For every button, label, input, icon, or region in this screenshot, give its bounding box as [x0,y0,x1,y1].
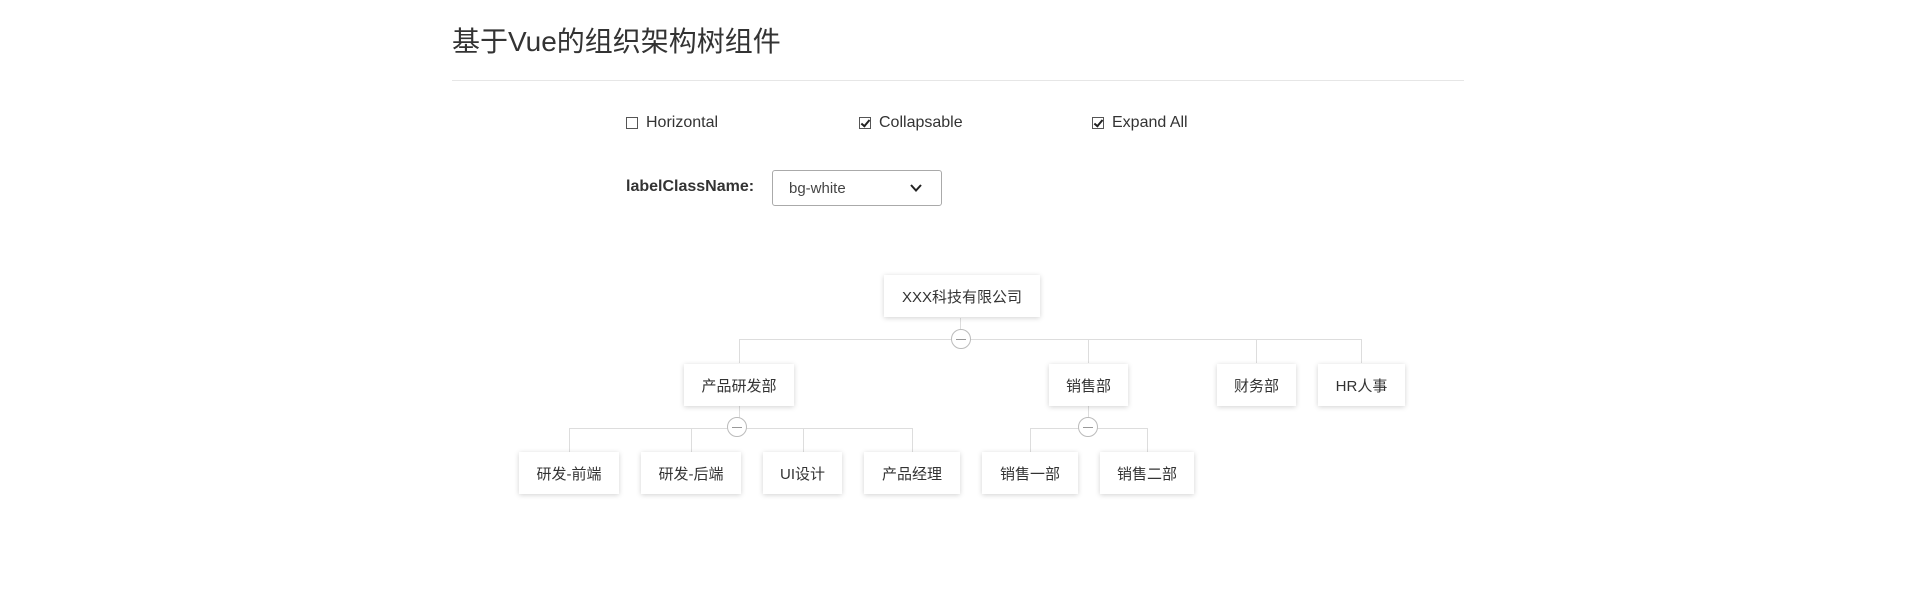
expand-all-label: Expand All [1112,114,1188,131]
tree-node-dept[interactable]: HR人事 [1318,364,1405,406]
tree-node-dept[interactable]: 产品研发部 [684,364,794,406]
page: 基于Vue的组织架构树组件 Horizontal Collapsable Exp… [0,0,1910,593]
tree-node-dept[interactable]: 销售部 [1049,364,1128,406]
chevron-down-icon [910,184,922,192]
tree-node-team[interactable]: 研发-后端 [641,452,741,494]
expand-all-checkbox[interactable] [1092,117,1104,129]
page-title: 基于Vue的组织架构树组件 [452,26,781,57]
tree-node-team[interactable]: 产品经理 [864,452,960,494]
horizontal-checkbox[interactable] [626,117,638,129]
horizontal-label: Horizontal [646,114,719,131]
title-divider [452,80,1464,81]
horizontal-option[interactable]: Horizontal [626,114,718,132]
tree-node-team[interactable]: 销售二部 [1100,452,1194,494]
tree-node-team[interactable]: UI设计 [763,452,842,494]
label-class-select[interactable]: bg-white [772,170,942,206]
collapsable-checkbox[interactable] [859,117,871,129]
label-class-value: bg-white [789,180,846,197]
collapse-toggle-root[interactable] [951,329,971,349]
collapse-toggle-dept[interactable] [727,417,747,437]
tree-node-root[interactable]: XXX科技有限公司 [884,275,1040,317]
label-class-label: labelClassName: [626,178,755,195]
collapsable-label: Collapsable [879,114,963,131]
tree-node-dept[interactable]: 财务部 [1217,364,1296,406]
tree-node-team[interactable]: 研发-前端 [519,452,619,494]
collapsable-option[interactable]: Collapsable [859,114,963,132]
tree-node-team[interactable]: 销售一部 [982,452,1078,494]
expand-all-option[interactable]: Expand All [1092,114,1188,132]
collapse-toggle-dept[interactable] [1078,417,1098,437]
